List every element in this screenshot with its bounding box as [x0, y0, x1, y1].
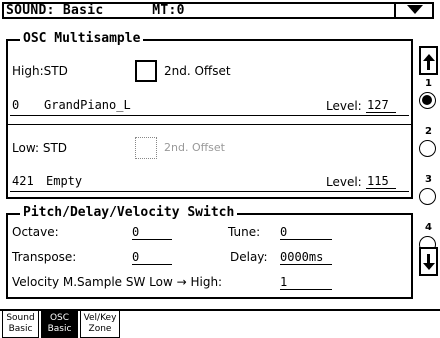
- delay-value[interactable]: 0000ms: [280, 250, 332, 265]
- high-2nd-offset-label: 2nd. Offset: [164, 64, 231, 78]
- low-2nd-offset-label: 2nd. Offset: [164, 141, 225, 154]
- osc-multisample-section: OSC Multisample High:STD 2nd. Offset 0 G…: [6, 31, 413, 199]
- high-2nd-offset-checkbox[interactable]: [135, 60, 157, 82]
- page-radio-2[interactable]: [419, 140, 436, 157]
- page-number-2: 2: [425, 126, 432, 137]
- high-sample-number[interactable]: 0: [12, 98, 19, 112]
- triangle-down-icon: [407, 5, 423, 14]
- transpose-value[interactable]: 0: [132, 250, 172, 265]
- scroll-up-button[interactable]: [419, 46, 438, 75]
- page-title: SOUND: Basic MT:0: [6, 3, 185, 18]
- page-radio-3[interactable]: [419, 188, 436, 205]
- page-radio-1[interactable]: [419, 92, 436, 109]
- title-bar: SOUND: Basic MT:0: [2, 2, 434, 19]
- octave-label: Octave:: [12, 225, 59, 239]
- low-sample-name[interactable]: Empty: [46, 174, 82, 188]
- tune-value[interactable]: 0: [280, 225, 332, 240]
- low-sample-number[interactable]: 421: [12, 174, 34, 188]
- page-number-3: 3: [425, 174, 432, 185]
- velocity-switch-value[interactable]: 1: [280, 275, 332, 290]
- low-level-value[interactable]: 115: [366, 174, 396, 189]
- scroll-down-button[interactable]: [419, 247, 438, 276]
- delay-label: Delay:: [230, 250, 268, 264]
- high-sample-underline: [10, 115, 409, 116]
- low-2nd-offset-checkbox: [135, 137, 157, 159]
- high-level-value[interactable]: 127: [366, 98, 396, 113]
- page-number-1: 1: [425, 78, 432, 89]
- low-label: Low: STD: [12, 141, 68, 155]
- page-scroller: 1 2 3 4: [419, 46, 438, 276]
- tab-sound-basic[interactable]: Sound Basic: [2, 311, 39, 338]
- octave-value[interactable]: 0: [132, 225, 172, 240]
- tab-vel-key-zone[interactable]: Vel/Key Zone: [80, 311, 120, 338]
- arrow-down-icon: [423, 263, 435, 270]
- high-label: High:STD: [12, 64, 68, 78]
- tab-osc-basic[interactable]: OSC Basic: [41, 311, 78, 338]
- page-menu-button[interactable]: [394, 2, 432, 19]
- low-level-label: Level:: [326, 175, 362, 189]
- page-number-4: 4: [425, 222, 432, 233]
- tune-label: Tune:: [228, 225, 261, 239]
- high-sample-name[interactable]: GrandPiano_L: [44, 98, 131, 112]
- low-sample-underline: [10, 191, 409, 192]
- osc-multisample-title: OSC Multisample: [20, 31, 144, 47]
- high-level-label: Level:: [326, 99, 362, 113]
- high-low-divider: [8, 124, 411, 125]
- transpose-label: Transpose:: [12, 250, 77, 264]
- pitch-delay-velocity-section: Pitch/Delay/Velocity Switch Octave: 0 Tu…: [6, 205, 413, 299]
- pitch-switch-title: Pitch/Delay/Velocity Switch: [20, 205, 238, 221]
- velocity-switch-label: Velocity M.Sample SW Low → High:: [12, 275, 223, 289]
